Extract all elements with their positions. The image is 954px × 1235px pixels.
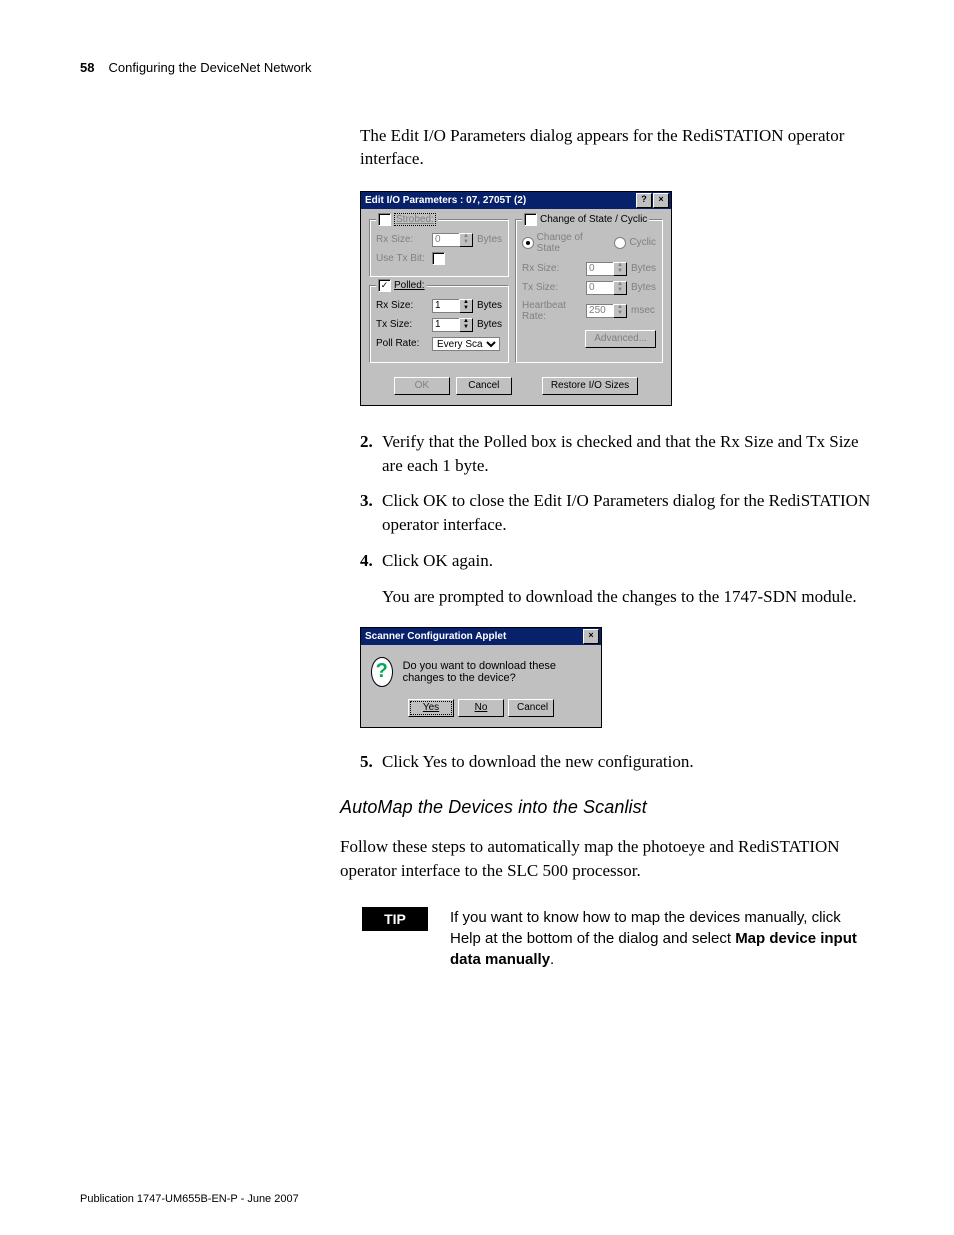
tip-text: If you want to know how to map the devic… <box>450 907 874 970</box>
step-2: Verify that the Polled box is checked an… <box>382 430 874 478</box>
cancel-button[interactable]: Cancel <box>456 377 512 395</box>
hb-spinner[interactable]: ▲▼ <box>586 304 627 318</box>
tip-label: TIP <box>362 907 428 931</box>
cos-rx-label: Rx Size: <box>522 263 582 274</box>
poll-rate-select[interactable]: Every Scan <box>432 337 500 351</box>
polled-legend: Polled: <box>394 280 425 291</box>
cos-rx-spinner[interactable]: ▲▼ <box>586 262 627 276</box>
question-icon: ? <box>371 657 393 687</box>
polled-rx-label: Rx Size: <box>376 300 428 311</box>
help-icon[interactable]: ? <box>636 193 652 208</box>
chapter-title: Configuring the DeviceNet Network <box>108 60 311 75</box>
bytes-label: Bytes <box>631 282 656 293</box>
ok-button[interactable]: OK <box>394 377 450 395</box>
dialog2-message: Do you want to download these changes to… <box>403 660 591 684</box>
close-icon[interactable]: × <box>583 629 599 644</box>
step-3: Click OK to close the Edit I/O Parameter… <box>382 489 874 537</box>
dialog-titlebar: Edit I/O Parameters : 07, 2705T (2) ? × <box>361 192 671 209</box>
use-tx-bit-checkbox[interactable] <box>432 252 445 265</box>
cos-opt2: Cyclic <box>629 237 656 248</box>
dialog2-titlebar: Scanner Configuration Applet × <box>361 628 601 645</box>
bytes-label: Bytes <box>477 300 502 311</box>
intro-text: The Edit I/O Parameters dialog appears f… <box>360 125 874 171</box>
page-number: 58 <box>80 60 94 75</box>
cos-radio[interactable] <box>522 237 534 249</box>
strobed-group: Strobed: Rx Size: ▲▼ Bytes Use Tx Bit: <box>369 219 509 277</box>
dialog2-title: Scanner Configuration Applet <box>363 631 582 642</box>
use-tx-bit-label: Use Tx Bit: <box>376 253 428 264</box>
bytes-label: Bytes <box>477 319 502 330</box>
cyclic-radio[interactable] <box>614 237 626 249</box>
scanner-config-dialog: Scanner Configuration Applet × ? Do you … <box>360 627 602 728</box>
dialog-title: Edit I/O Parameters : 07, 2705T (2) <box>363 195 635 206</box>
bytes-label: Bytes <box>631 263 656 274</box>
cos-legend: Change of State / Cyclic <box>540 214 647 225</box>
publication-footer: Publication 1747-UM655B-EN-P - June 2007 <box>80 1193 299 1205</box>
polled-group: ✓ Polled: Rx Size: ▲▼ Bytes Tx Size: ▲▼ … <box>369 285 509 363</box>
polled-rx-spinner[interactable]: ▲▼ <box>432 299 473 313</box>
close-icon[interactable]: × <box>653 193 669 208</box>
advanced-button[interactable]: Advanced... <box>585 330 656 348</box>
step-4-after: You are prompted to download the changes… <box>382 585 874 609</box>
bytes-label: Bytes <box>477 234 502 245</box>
poll-rate-label: Poll Rate: <box>376 338 428 349</box>
step-5: Click Yes to download the new configurat… <box>382 750 874 774</box>
yes-button[interactable]: Yes <box>408 699 454 717</box>
msec-label: msec <box>631 305 655 316</box>
no-button[interactable]: No <box>458 699 504 717</box>
step-4: Click OK again. <box>382 549 874 573</box>
strobed-rx-spinner[interactable]: ▲▼ <box>432 233 473 247</box>
cos-group: Change of State / Cyclic Change of State… <box>515 219 663 363</box>
cos-tx-label: Tx Size: <box>522 282 582 293</box>
strobed-rx-label: Rx Size: <box>376 234 428 245</box>
strobed-checkbox[interactable] <box>378 213 391 226</box>
polled-checkbox[interactable]: ✓ <box>378 279 391 292</box>
cos-checkbox[interactable] <box>524 213 537 226</box>
page-header: 58 Configuring the DeviceNet Network <box>80 60 874 75</box>
restore-io-button[interactable]: Restore I/O Sizes <box>542 377 638 395</box>
cos-tx-spinner[interactable]: ▲▼ <box>586 281 627 295</box>
cos-opt1: Change of State <box>537 232 607 254</box>
follow-para: Follow these steps to automatically map … <box>340 835 874 883</box>
edit-io-dialog: Edit I/O Parameters : 07, 2705T (2) ? × … <box>360 191 672 406</box>
polled-tx-label: Tx Size: <box>376 319 428 330</box>
cancel-button[interactable]: Cancel <box>508 699 554 717</box>
polled-tx-spinner[interactable]: ▲▼ <box>432 318 473 332</box>
hb-label: Heartbeat Rate: <box>522 300 582 322</box>
strobed-legend: Strobed: <box>394 213 436 226</box>
automap-heading: AutoMap the Devices into the Scanlist <box>340 797 874 818</box>
